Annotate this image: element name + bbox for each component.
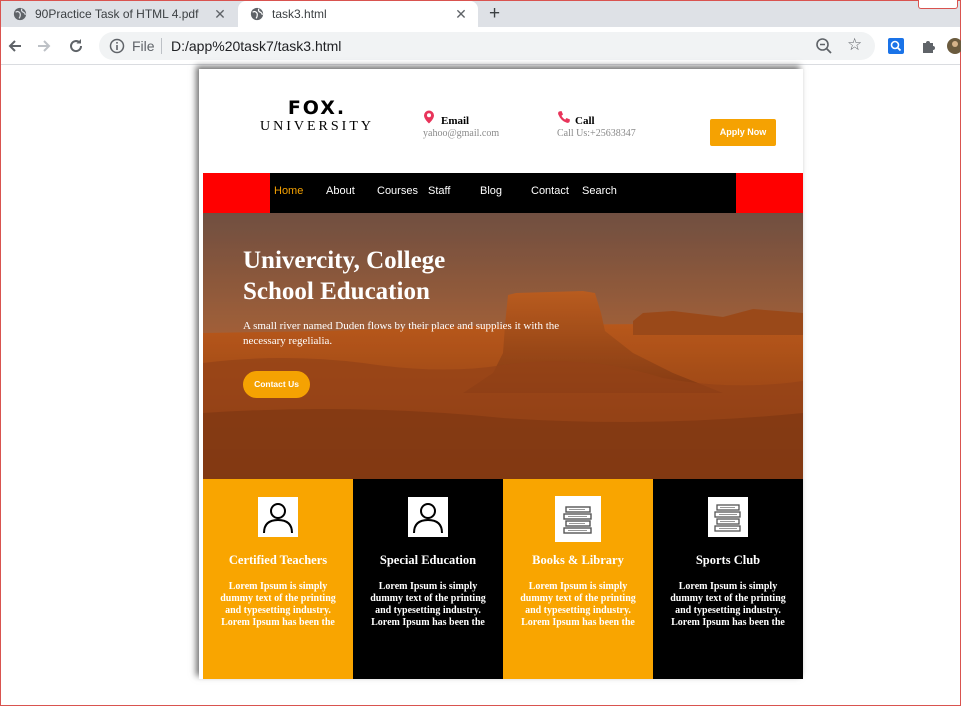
reload-button[interactable] xyxy=(66,36,86,56)
new-tab-button[interactable]: + xyxy=(489,3,500,25)
feature-title: Special Education xyxy=(379,553,477,567)
logo-main-text: FOX. xyxy=(287,97,347,119)
avatar[interactable] xyxy=(947,38,961,54)
divider xyxy=(161,38,162,54)
hero-title: Univercity, College School Education xyxy=(243,245,523,307)
close-icon[interactable]: ✕ xyxy=(450,6,472,23)
webpage: FOX. UNIVERSITY Email yahoo@gmail.com Ca… xyxy=(199,69,803,679)
books-icon xyxy=(555,496,601,542)
feature-text: Lorem Ipsum is simply dummy text of the … xyxy=(220,581,336,628)
scheme-label: File xyxy=(132,38,155,54)
feature-card-certified-teachers: Certified Teachers Lorem Ipsum is simply… xyxy=(203,479,353,679)
zoom-icon[interactable] xyxy=(815,37,833,55)
back-button[interactable] xyxy=(5,36,25,56)
main-nav: Home About Courses Staff Blog Contact Se… xyxy=(203,173,803,213)
star-icon[interactable]: ☆ xyxy=(847,35,862,55)
tab-title: task3.html xyxy=(272,7,327,21)
nav-courses[interactable]: Courses xyxy=(377,185,418,197)
tab-pdf[interactable]: 90Practice Task of HTML 4.pdf ✕ xyxy=(1,1,237,27)
call-title: Call xyxy=(575,115,595,127)
email-block: Email yahoo@gmail.com xyxy=(423,107,499,139)
window-control[interactable] xyxy=(918,0,958,9)
feature-title: Books & Library xyxy=(532,553,624,567)
feature-card-sports-club: Sports Club Lorem Ipsum is simply dummy … xyxy=(653,479,803,679)
nav-blog[interactable]: Blog xyxy=(480,185,502,197)
map-pin-icon xyxy=(424,110,434,124)
forward-button[interactable] xyxy=(34,36,54,56)
call-block: Call Call Us:+25638347 xyxy=(557,107,636,139)
nav-search[interactable]: Search xyxy=(582,185,617,197)
arrow-left-icon xyxy=(8,40,21,52)
hero-title-line-1: Univercity, College xyxy=(243,247,446,274)
email-value: yahoo@gmail.com xyxy=(423,128,500,139)
nav-about[interactable]: About xyxy=(326,185,355,197)
tab-task3[interactable]: task3.html ✕ xyxy=(238,1,478,27)
site-logo[interactable]: FOX. UNIVERSITY xyxy=(257,97,377,135)
arrow-right-icon xyxy=(38,40,51,52)
feature-text: Lorem Ipsum is simply dummy text of the … xyxy=(670,581,786,628)
apply-now-button[interactable]: Apply Now xyxy=(710,119,776,146)
feature-text: Lorem Ipsum is simply dummy text of the … xyxy=(520,581,636,628)
puzzle-icon[interactable] xyxy=(920,38,936,54)
books-icon xyxy=(708,497,748,537)
info-icon[interactable] xyxy=(109,38,125,54)
nav-contact[interactable]: Contact xyxy=(531,185,569,197)
nav-home[interactable]: Home xyxy=(274,185,303,197)
hero-title-line-2: School Education xyxy=(243,278,430,305)
browser-toolbar: File D:/app%20task7/task3.html ☆ xyxy=(1,27,961,65)
nav-side-block-right xyxy=(736,173,803,213)
phone-icon xyxy=(558,111,570,123)
email-title: Email xyxy=(441,115,470,127)
person-icon xyxy=(408,497,448,537)
url-text[interactable]: D:/app%20task7/task3.html xyxy=(171,38,341,54)
globe-icon xyxy=(250,7,264,21)
feature-title: Certified Teachers xyxy=(228,553,328,567)
nav-staff[interactable]: Staff xyxy=(428,185,450,197)
reload-icon xyxy=(70,39,83,53)
feature-title: Sports Club xyxy=(695,553,761,567)
hero-description: A small river named Duden flows by their… xyxy=(243,320,560,347)
features-row: Certified Teachers Lorem Ipsum is simply… xyxy=(203,479,803,679)
logo-sub-text: UNIVERSITY xyxy=(260,119,374,134)
nav-side-block-left xyxy=(203,173,270,213)
tab-title: 90Practice Task of HTML 4.pdf xyxy=(35,7,199,21)
feature-card-books-library: Books & Library Lorem Ipsum is simply du… xyxy=(503,479,653,679)
globe-icon xyxy=(13,7,27,21)
contact-us-button[interactable]: Contact Us xyxy=(243,371,310,398)
close-icon[interactable]: ✕ xyxy=(209,6,231,23)
tab-strip: 90Practice Task of HTML 4.pdf ✕ task3.ht… xyxy=(1,0,960,27)
hero-banner: Univercity, College School Education A s… xyxy=(203,213,803,479)
feature-card-special-education: Special Education Lorem Ipsum is simply … xyxy=(353,479,503,679)
call-value: Call Us:+25638347 xyxy=(557,128,636,139)
search-extension-icon[interactable] xyxy=(888,38,904,54)
address-bar[interactable]: File D:/app%20task7/task3.html ☆ xyxy=(99,32,875,60)
feature-text: Lorem Ipsum is simply dummy text of the … xyxy=(370,581,486,628)
person-icon xyxy=(258,497,298,537)
